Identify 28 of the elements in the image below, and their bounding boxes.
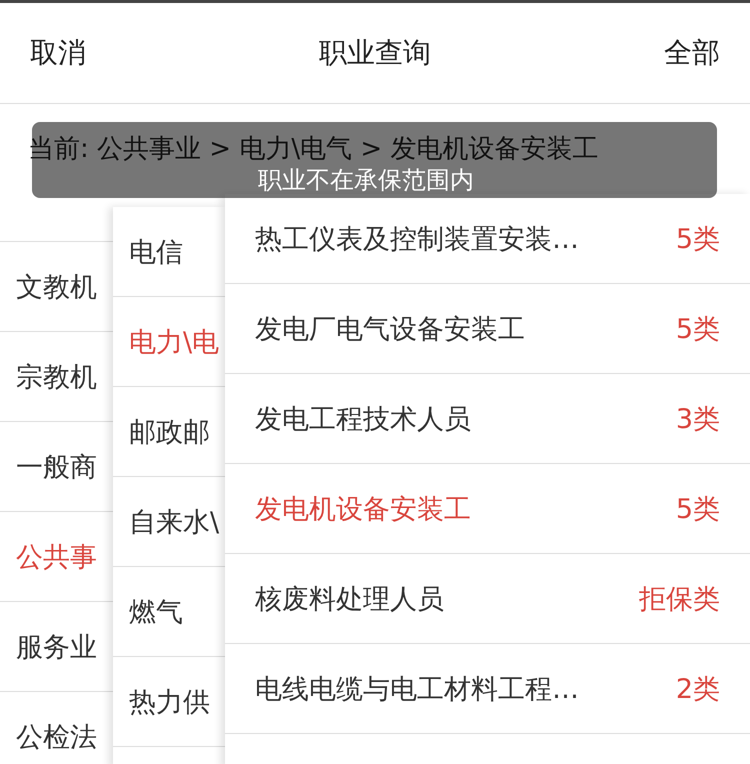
risk-class: 3类 — [676, 402, 720, 436]
risk-class: 拒保类 — [639, 582, 720, 616]
risk-class: 5类 — [676, 492, 720, 526]
subcategory-item[interactable]: 电信 — [129, 234, 183, 270]
category-item[interactable]: 一般商 — [16, 448, 97, 484]
category-item[interactable]: 宗教机 — [16, 358, 97, 394]
subcategory-item[interactable]: 邮政邮 — [129, 414, 210, 450]
risk-class: 5类 — [676, 222, 720, 256]
page-title: 职业查询 — [319, 35, 431, 71]
occupation-item[interactable]: 发电厂电气设备安装工 — [255, 310, 525, 346]
occupation-item[interactable]: 电线电缆与电工材料工程… — [255, 670, 579, 706]
subcategory-item[interactable]: 燃气 — [129, 594, 183, 630]
subcategory-item[interactable]: 电力\电 — [129, 324, 220, 360]
toast-message: 职业不在承保范围内 — [258, 166, 474, 194]
occupation-item[interactable]: 发电工程技术人员 — [255, 400, 471, 436]
risk-class: 2类 — [676, 672, 720, 706]
occupation-item[interactable]: 热工仪表及控制装置安装… — [255, 220, 579, 256]
subcategory-item[interactable]: 热力供 — [129, 684, 210, 720]
category-item[interactable]: 公共事 — [16, 538, 97, 574]
category-item[interactable]: 服务业 — [16, 628, 97, 664]
occupation-item[interactable]: 核废料处理人员 — [255, 580, 444, 616]
all-button[interactable]: 全部 — [664, 34, 720, 72]
subcategory-item[interactable]: 自来水\ — [129, 504, 220, 540]
category-item[interactable]: 文教机 — [16, 268, 97, 304]
occupation-item[interactable]: 发电机设备安装工 — [255, 490, 471, 526]
cancel-button[interactable]: 取消 — [30, 34, 86, 72]
category-item[interactable]: 公检法 — [16, 718, 97, 754]
risk-class: 5类 — [676, 312, 720, 346]
